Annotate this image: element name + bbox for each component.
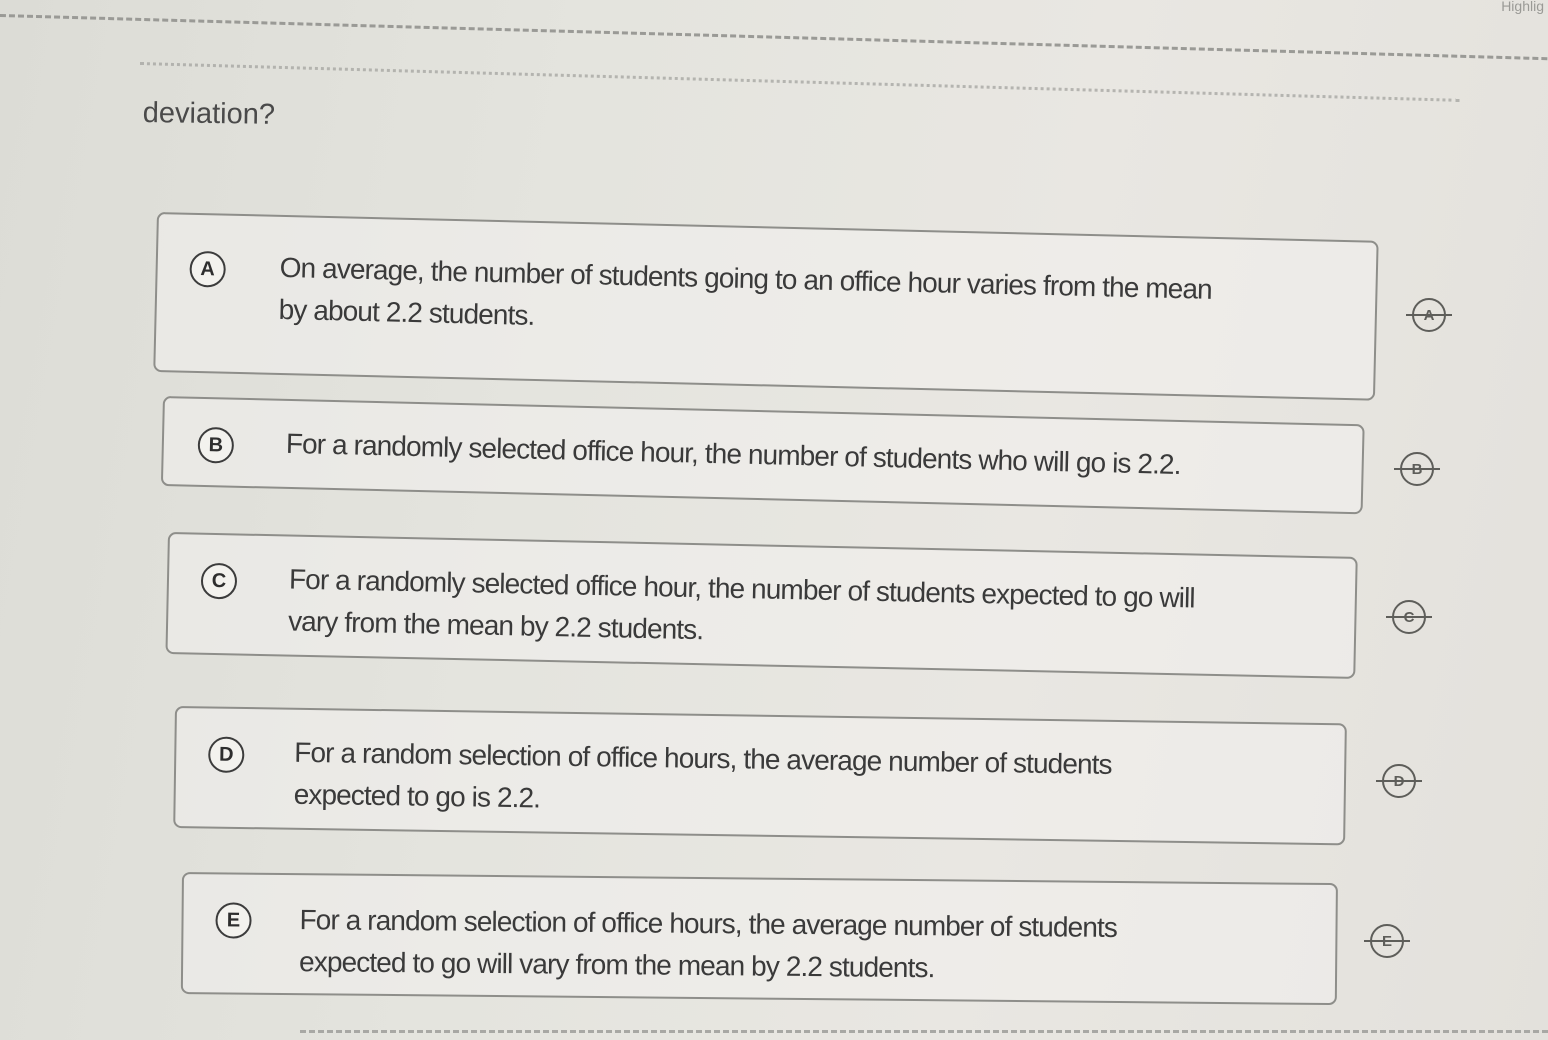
choice-c[interactable]: C For a randomly selected office hour, t… — [165, 532, 1358, 679]
choice-a[interactable]: A On average, the number of students goi… — [153, 212, 1379, 401]
strikethrough-b-button[interactable]: B — [1394, 452, 1440, 490]
choice-d-text: For a random selection of office hours, … — [293, 732, 1112, 828]
strikethrough-e-button[interactable]: E — [1364, 924, 1410, 962]
choice-e-line-2: expected to go will vary from the mean b… — [298, 946, 935, 984]
choice-b-line-1: For a randomly selected office hour, the… — [285, 427, 1181, 480]
choice-a-text: On average, the number of students going… — [278, 247, 1212, 353]
choice-b[interactable]: B For a randomly selected office hour, t… — [160, 396, 1365, 515]
strikethrough-d-button[interactable]: D — [1376, 764, 1422, 802]
answer-choices: A On average, the number of students goi… — [0, 0, 1548, 1040]
choice-d-letter-badge: D — [208, 736, 245, 774]
choice-e[interactable]: E For a random selection of office hours… — [180, 872, 1338, 1006]
choice-d[interactable]: D For a random selection of office hours… — [173, 706, 1347, 846]
choice-a-letter-badge: A — [189, 250, 227, 288]
strikethrough-a-button[interactable]: A — [1406, 298, 1452, 336]
bottom-divider — [300, 1030, 1548, 1033]
choice-e-letter-badge: E — [215, 902, 252, 939]
choice-c-letter-badge: C — [200, 562, 238, 600]
choice-b-text: For a randomly selected office hour, the… — [285, 423, 1181, 486]
choice-b-letter-badge: B — [197, 426, 235, 464]
choice-c-text: For a randomly selected office hour, the… — [288, 559, 1195, 662]
strikethrough-c-button[interactable]: C — [1386, 600, 1432, 638]
choice-e-text: For a random selection of office hours, … — [299, 899, 1117, 991]
